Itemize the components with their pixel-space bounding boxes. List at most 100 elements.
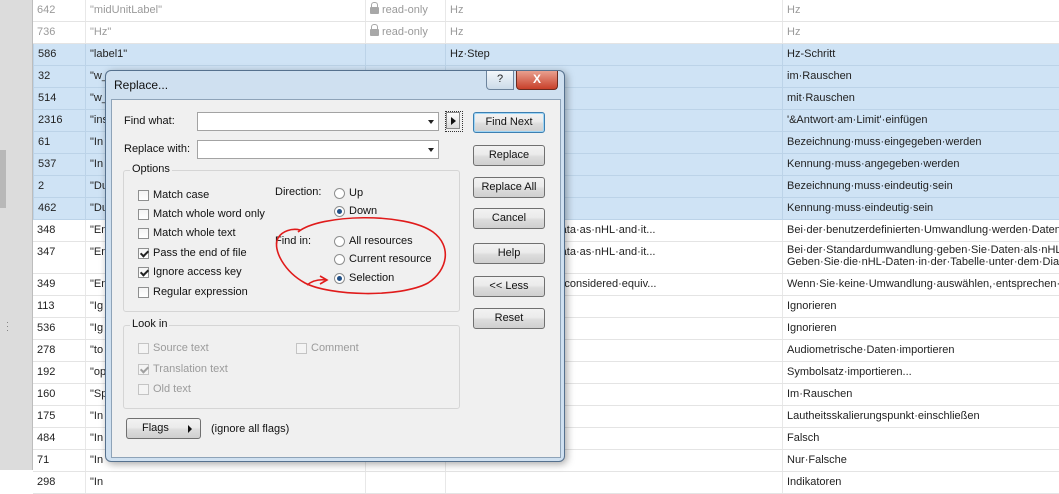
- ignore-access-key-checkbox[interactable]: Ignore access key: [138, 266, 242, 278]
- row-id-cell[interactable]: 298: [33, 472, 85, 493]
- row-id-cell[interactable]: 586: [33, 44, 85, 65]
- radio-button[interactable]: [334, 187, 345, 199]
- row-key-cell[interactable]: "label1": [85, 44, 365, 65]
- help-title-button[interactable]: ?: [486, 71, 514, 90]
- row-id-cell[interactable]: 349: [33, 274, 85, 295]
- row-source-cell[interactable]: Hz·Step: [445, 44, 782, 65]
- checkbox[interactable]: [138, 208, 149, 220]
- table-row[interactable]: 298 "In Indikatoren: [33, 472, 1059, 494]
- checkbox[interactable]: [138, 227, 149, 239]
- row-translation-cell[interactable]: Hz-Schritt: [782, 44, 1059, 65]
- match-case-checkbox[interactable]: Match case: [138, 189, 209, 201]
- row-id-cell[interactable]: 32: [33, 66, 85, 87]
- row-translation-cell[interactable]: Wenn·Sie·keine·Umwandlung·auswählen,·ent…: [782, 274, 1059, 295]
- row-translation-cell[interactable]: Nur·Falsche: [782, 450, 1059, 471]
- radio-button[interactable]: [334, 253, 345, 265]
- row-id-cell[interactable]: 71: [33, 450, 85, 471]
- chevron-down-icon[interactable]: [428, 148, 434, 152]
- row-id-cell[interactable]: 278: [33, 340, 85, 361]
- find-in-selection-radio[interactable]: Selection: [334, 272, 394, 284]
- look-in-translation-text-checkbox[interactable]: Translation text: [138, 363, 228, 375]
- find-what-combo[interactable]: [197, 112, 439, 131]
- close-button[interactable]: X: [516, 71, 558, 90]
- row-translation-cell[interactable]: Symbolsatz·importieren...: [782, 362, 1059, 383]
- row-id-cell[interactable]: 736: [33, 22, 85, 43]
- row-translation-cell[interactable]: '&Antwort·am·Limit'·einfügen: [782, 110, 1059, 131]
- replace-with-combo[interactable]: [197, 140, 439, 159]
- row-id-cell[interactable]: 536: [33, 318, 85, 339]
- checkbox[interactable]: [138, 286, 149, 298]
- table-row[interactable]: 736 "Hz" read-only Hz Hz: [33, 22, 1059, 44]
- row-id-cell[interactable]: 462: [33, 198, 85, 219]
- row-translation-cell[interactable]: Kennung·muss·angegeben·werden: [782, 154, 1059, 175]
- direction-up-radio[interactable]: Up: [334, 187, 363, 199]
- table-row[interactable]: 642 "midUnitLabel" read-only Hz Hz: [33, 0, 1059, 22]
- checkbox[interactable]: [296, 342, 307, 354]
- row-readonly-cell[interactable]: read-only: [365, 0, 445, 21]
- row-translation-cell[interactable]: im·Rauschen: [782, 66, 1059, 87]
- row-readonly-cell[interactable]: [365, 44, 445, 65]
- checkbox[interactable]: [138, 247, 149, 259]
- replace-button[interactable]: Replace: [473, 145, 545, 166]
- row-translation-cell[interactable]: Kennung·muss·eindeutig·sein: [782, 198, 1059, 219]
- row-id-cell[interactable]: 514: [33, 88, 85, 109]
- row-id-cell[interactable]: 2: [33, 176, 85, 197]
- row-translation-cell[interactable]: mit·Rauschen: [782, 88, 1059, 109]
- row-translation-cell[interactable]: Bei·der·Standardumwandlung·geben·Sie·Dat…: [782, 242, 1059, 273]
- row-source-cell[interactable]: Hz: [445, 0, 782, 21]
- row-id-cell[interactable]: 61: [33, 132, 85, 153]
- regex-helper-button[interactable]: [446, 112, 460, 129]
- splitter-grip[interactable]: · · ·: [6, 318, 10, 335]
- row-id-cell[interactable]: 642: [33, 0, 85, 21]
- row-translation-cell[interactable]: Audiometrische·Daten·importieren: [782, 340, 1059, 361]
- row-translation-cell[interactable]: Im·Rauschen: [782, 384, 1059, 405]
- look-in-old-text-checkbox[interactable]: Old text: [138, 383, 191, 395]
- row-translation-cell[interactable]: Bei·der·benutzerdefinierten·Umwandlung·w…: [782, 220, 1059, 241]
- row-key-cell[interactable]: "midUnitLabel": [85, 0, 365, 21]
- row-translation-cell[interactable]: Ignorieren: [782, 296, 1059, 317]
- direction-down-radio[interactable]: Down: [334, 205, 377, 217]
- row-id-cell[interactable]: 113: [33, 296, 85, 317]
- row-id-cell[interactable]: 537: [33, 154, 85, 175]
- regular-expression-checkbox[interactable]: Regular expression: [138, 286, 248, 298]
- match-whole-text-checkbox[interactable]: Match whole text: [138, 227, 236, 239]
- reset-button[interactable]: Reset: [473, 308, 545, 329]
- find-in-all-resources-radio[interactable]: All resources: [334, 235, 413, 247]
- match-whole-word-checkbox[interactable]: Match whole word only: [138, 208, 265, 220]
- look-in-comment-checkbox[interactable]: Comment: [296, 342, 359, 354]
- flags-button[interactable]: Flags: [126, 418, 201, 439]
- checkbox[interactable]: [138, 383, 149, 395]
- row-key-cell[interactable]: "In: [85, 472, 365, 493]
- row-id-cell[interactable]: 175: [33, 406, 85, 427]
- checkbox[interactable]: [138, 189, 149, 201]
- row-translation-cell[interactable]: Bezeichnung·muss·eingegeben·werden: [782, 132, 1059, 153]
- checkbox[interactable]: [138, 342, 149, 354]
- radio-button[interactable]: [334, 205, 345, 217]
- row-id-cell[interactable]: 484: [33, 428, 85, 449]
- cancel-button[interactable]: Cancel: [473, 208, 545, 229]
- row-key-cell[interactable]: "Hz": [85, 22, 365, 43]
- find-in-current-resource-radio[interactable]: Current resource: [334, 253, 432, 265]
- row-id-cell[interactable]: 2316: [33, 110, 85, 131]
- row-translation-cell[interactable]: Lautheitsskalierungspunkt·einschließen: [782, 406, 1059, 427]
- replace-all-button[interactable]: Replace All: [473, 177, 545, 198]
- radio-button[interactable]: [334, 235, 345, 247]
- look-in-source-text-checkbox[interactable]: Source text: [138, 342, 209, 354]
- row-source-cell[interactable]: [445, 472, 782, 493]
- row-id-cell[interactable]: 347: [33, 242, 85, 273]
- radio-button[interactable]: [334, 272, 345, 284]
- row-translation-cell[interactable]: Ignorieren: [782, 318, 1059, 339]
- pass-end-of-file-checkbox[interactable]: Pass the end of file: [138, 247, 247, 259]
- row-id-cell[interactable]: 348: [33, 220, 85, 241]
- less-button[interactable]: << Less: [473, 276, 545, 297]
- chevron-down-icon[interactable]: [428, 120, 434, 124]
- row-translation-cell[interactable]: Hz: [782, 22, 1059, 43]
- row-source-cell[interactable]: Hz: [445, 22, 782, 43]
- row-id-cell[interactable]: 160: [33, 384, 85, 405]
- row-translation-cell[interactable]: Bezeichnung·muss·eindeutig·sein: [782, 176, 1059, 197]
- help-button[interactable]: Help: [473, 243, 545, 264]
- row-translation-cell[interactable]: Hz: [782, 0, 1059, 21]
- row-translation-cell[interactable]: Indikatoren: [782, 472, 1059, 493]
- row-readonly-cell[interactable]: read-only: [365, 22, 445, 43]
- row-translation-cell[interactable]: Falsch: [782, 428, 1059, 449]
